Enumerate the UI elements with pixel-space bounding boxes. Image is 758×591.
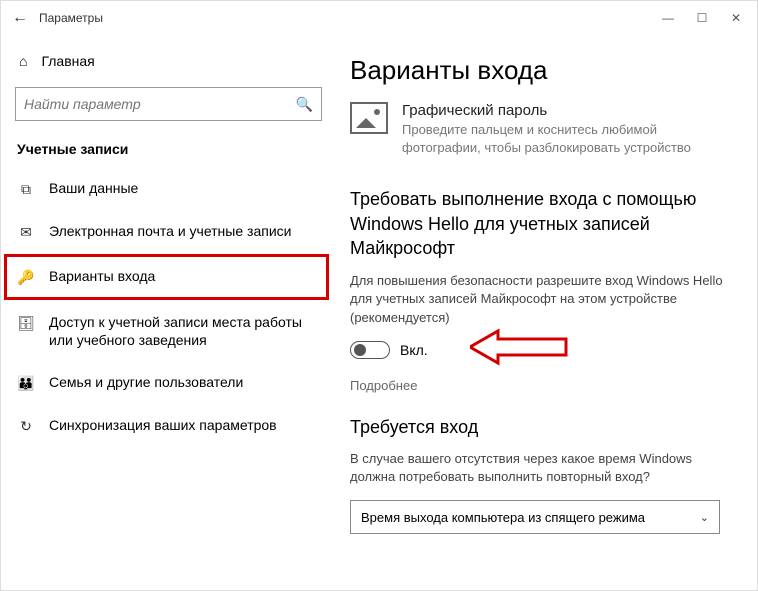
- sidebar-item-label: Семья и другие пользователи: [49, 373, 320, 391]
- sidebar-item-email[interactable]: ✉ Электронная почта и учетные записи: [1, 210, 336, 253]
- close-button[interactable]: ✕: [719, 11, 753, 25]
- briefcase-icon: 🗄: [17, 314, 35, 332]
- sidebar-item-label: Ваши данные: [49, 179, 320, 197]
- content-area: ⌂ Главная 🔍 Учетные записи ⧉ Ваши данные…: [1, 35, 757, 590]
- learn-more-link[interactable]: Подробнее: [350, 378, 417, 393]
- require-signin-dropdown[interactable]: Время выхода компьютера из спящего режим…: [350, 500, 720, 534]
- sidebar-item-sync[interactable]: ↻ Синхронизация ваших параметров: [1, 404, 336, 447]
- sidebar-item-signin-options[interactable]: 🔑 Варианты входа: [5, 255, 328, 298]
- picture-password-title: Графический пароль: [402, 102, 735, 119]
- require-signin-body: В случае вашего отсутствия через какое в…: [350, 450, 735, 486]
- key-icon: 🔑: [17, 268, 35, 286]
- picture-icon: [350, 102, 388, 134]
- page-title: Варианты входа: [350, 55, 735, 86]
- settings-window: ← Параметры — ☐ ✕ ⌂ Главная 🔍 Учетные за…: [0, 0, 758, 591]
- picture-password-desc: Проведите пальцем и коснитесь любимой фо…: [402, 121, 735, 157]
- titlebar: ← Параметры — ☐ ✕: [1, 1, 757, 35]
- sidebar-item-label: Варианты входа: [49, 267, 316, 285]
- annotation-arrow: [470, 327, 570, 372]
- people-icon: 👪: [17, 374, 35, 392]
- home-label: Главная: [41, 53, 94, 69]
- search-wrap: 🔍: [1, 77, 336, 135]
- toggle-knob: [354, 344, 366, 356]
- sidebar-item-label: Доступ к учетной записи места работы или…: [49, 313, 320, 349]
- dropdown-value: Время выхода компьютера из спящего режим…: [361, 510, 645, 525]
- hello-toggle[interactable]: [350, 341, 390, 359]
- sidebar-item-your-info[interactable]: ⧉ Ваши данные: [1, 167, 336, 210]
- sidebar-item-label: Электронная почта и учетные записи: [49, 222, 320, 240]
- sidebar-item-family[interactable]: 👪 Семья и другие пользователи: [1, 361, 336, 404]
- chevron-down-icon: ⌄: [700, 511, 709, 524]
- search-icon: 🔍: [296, 96, 313, 113]
- sidebar-item-work-access[interactable]: 🗄 Доступ к учетной записи места работы и…: [1, 301, 336, 361]
- sync-icon: ↻: [17, 417, 35, 435]
- sidebar: ⌂ Главная 🔍 Учетные записи ⧉ Ваши данные…: [1, 35, 336, 590]
- sidebar-section-title: Учетные записи: [1, 135, 336, 167]
- maximize-button[interactable]: ☐: [685, 11, 719, 25]
- mail-icon: ✉: [17, 223, 35, 241]
- toggle-state-label: Вкл.: [400, 342, 428, 358]
- hello-heading: Требовать выполнение входа с помощью Win…: [350, 187, 735, 260]
- minimize-button[interactable]: —: [651, 11, 685, 25]
- main-pane: Варианты входа Графический пароль Провед…: [336, 35, 757, 590]
- window-title: Параметры: [39, 11, 103, 25]
- search-box[interactable]: 🔍: [15, 87, 322, 121]
- back-button[interactable]: ←: [5, 9, 35, 27]
- user-card-icon: ⧉: [17, 180, 35, 198]
- home-icon: ⌂: [19, 53, 27, 69]
- hello-toggle-row: Вкл.: [350, 341, 735, 359]
- require-signin-heading: Требуется вход: [350, 417, 735, 438]
- hello-body: Для повышения безопасности разрешите вхо…: [350, 272, 735, 327]
- search-input[interactable]: [24, 96, 296, 112]
- picture-password-option[interactable]: Графический пароль Проведите пальцем и к…: [350, 102, 735, 157]
- sidebar-item-label: Синхронизация ваших параметров: [49, 416, 320, 434]
- sidebar-nav: ⧉ Ваши данные ✉ Электронная почта и учет…: [1, 167, 336, 447]
- home-nav[interactable]: ⌂ Главная: [1, 45, 336, 77]
